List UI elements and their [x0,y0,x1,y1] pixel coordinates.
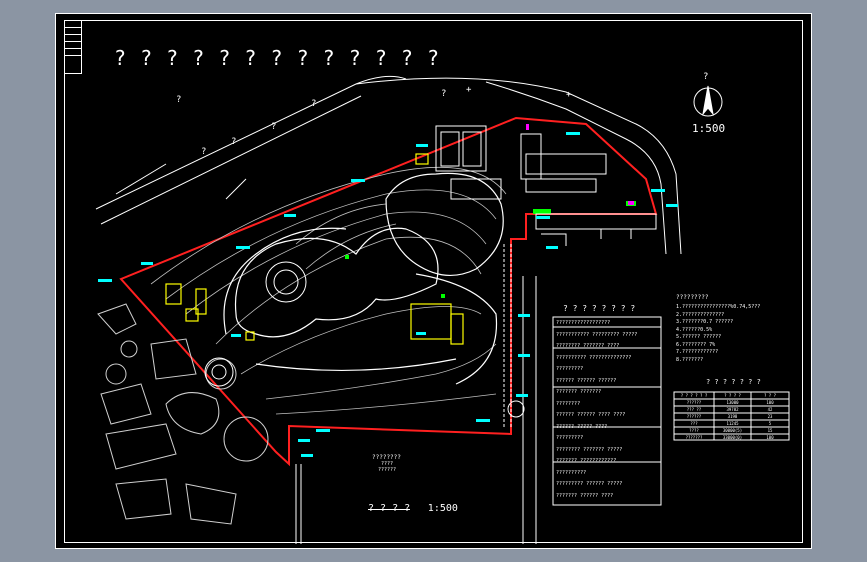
table-cell: 13000 [726,400,739,405]
svg-text:?: ? [441,89,446,99]
contour-lines [150,166,507,415]
legend-row: ?????? ?????? ???? ???? [556,412,626,418]
landscape-buildings [165,153,464,345]
note-line: 2.?????????????? [676,311,725,318]
table-cell: 39782 [726,407,739,412]
north-scale-label: 1:500 [692,122,726,135]
table-cell: ???? [689,428,699,433]
east-buildings [525,153,657,246]
bottom-scale: 1:500 [427,503,458,514]
table-row: ?????? 3198 23 [674,413,789,420]
table-cell: ?????? [686,400,702,405]
center-caption-sub2: ?????? [378,467,397,473]
svg-text:+: + [566,90,572,100]
drawing-title: ? ? ? ? ? ? ? ? ? ? ? ? ? [114,46,441,70]
bottom-title-block: ? ? ? ? 1:500 [368,496,458,515]
table-cell: 11245 [726,421,739,426]
table-cell: 100 [766,400,774,405]
table-cell: 42 [767,407,773,412]
note-line: 4.??????0.5% [676,326,713,333]
svg-text:?: ? [271,122,276,132]
table-cell: ??????? [685,435,703,440]
table-cell: 23 [767,414,773,419]
legend-row: ?????? ?????? ?????? [556,377,617,384]
note-line: 1.????????????????%0.74,5??? [676,304,761,310]
svg-text:?: ? [231,137,236,147]
note-line: 7.???????????? [676,349,719,355]
table-row: ???? 30000(5) 15 [674,427,789,434]
legend-row: ???????? ??????? ????? [556,446,623,453]
legend-row: ???????? ??????? ???? [556,343,620,349]
north-letter: ? [703,72,709,82]
legend-row: ?????????????????? [556,320,611,326]
legend-row: ?????????? ?????????????? [556,354,632,361]
legend-row: ?????? ????? ???? [556,423,608,430]
notes-lines: 1.????????????????%0.74,5??? 2.??????????… [676,304,760,364]
table-row: ??? ?? 39782 42 [674,406,789,413]
service-road [503,244,512,429]
table-header-row: ? ? ? ? ? ? ? ? ? ? ? ? ? [674,392,789,399]
legend-row: ??????? ???????????? [556,458,617,464]
notes-title: ????????? [676,294,709,301]
table-cell: 30000(5) [722,428,743,433]
note-line: 6.???????? 7% [676,341,716,348]
legend-rows: ?????????????????? ??????????? ????????? … [556,318,660,502]
table-cell: ??? ?? [686,407,702,412]
table-cell: ?????? [686,414,702,419]
table-cell: 3198 [727,414,738,419]
note-line: 8.??????? [676,356,704,363]
svg-text:?: ? [176,95,181,105]
table-cell: 100 [766,435,774,440]
table-cell: 33000(0) [722,435,743,440]
legend-row: ????????? [556,366,584,372]
legend-row: ????????? [556,435,584,441]
legend-row: ????????? ?????? ????? [556,481,623,487]
table-cell: 15 [767,428,773,433]
stats-table-title: ? ? ? ? ? ? ? [706,378,761,386]
table-cell: ? ? ? [763,393,777,398]
center-caption: ???????? [372,454,401,461]
table-cell: ??? [690,421,698,426]
note-line: 3.???????0.7 ?????? [676,319,734,325]
table-cell: ? ? ? ? [724,393,741,398]
legend-row: ?????????? [556,469,587,476]
legend-row: ???????? [556,400,581,407]
north-arrow-icon [693,85,723,117]
legend-row: ??????????? ????????? ????? [556,331,638,338]
svg-text:?: ? [311,99,316,109]
note-line: 5.?????? ?????? [676,334,722,340]
table-row: ??????? 33000(0) 100 [674,434,789,441]
lawn-patches [345,201,636,298]
table-cell: 5 [768,421,772,426]
sports-courts [435,125,542,200]
street-name-labels: ? ? ? ? ? ? + + [176,85,572,157]
table-cell: ? ? ? ? ? ? [680,393,708,398]
svg-text:+: + [466,85,472,95]
highlight-marks [526,124,634,205]
drawing-sheet: ? ? ? ? ? ? + + ? ? ? ? ? ? ? ? ? ? ? ? … [55,13,812,549]
legend-row: ??????? ?????? ???? [556,492,614,499]
legend-title: ? ? ? ? ? ? ? ? [563,304,636,313]
legend-row: ??????? ??????? [556,389,602,395]
svg-text:?: ? [201,147,206,157]
table-row: ??? 11245 5 [674,420,789,427]
table-row: ?????? 13000 100 [674,399,789,406]
stats-table: ? ? ? ? ? ? ? ? ? ? ? ? ??????? 13000 100???… [674,392,789,441]
site-plan-drawing: ? ? ? ? ? ? + + [95,75,790,544]
